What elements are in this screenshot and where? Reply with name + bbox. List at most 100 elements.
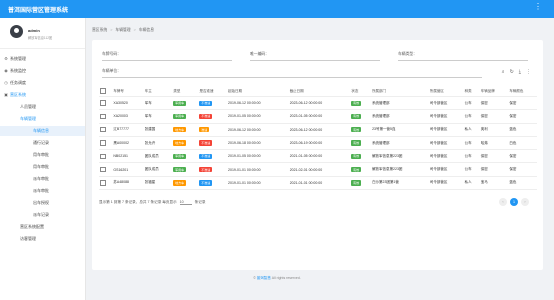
table-cell: 2019-01-05 00:00:00 <box>227 109 289 124</box>
table-cell: 公车 <box>463 109 480 124</box>
table-row[interactable]: GS16201 团队成员 军用车 不准速 2019-01-01 00:00:00 2021… <box>99 162 537 177</box>
speed-cell: 不准速 <box>198 136 228 151</box>
col-header[interactable]: 状态 <box>350 86 372 97</box>
sidebar-item-schedule[interactable]: ◷ 任务调度 <box>4 80 26 86</box>
table-cell: 哈弗 <box>479 136 509 151</box>
breadcrumb: 营区系统 > 车辆管理 > 车辆信息 <box>92 28 154 32</box>
org-input[interactable] <box>102 77 482 78</box>
download-icon[interactable]: ⤓ <box>519 69 521 75</box>
sidebar-item-monitor[interactable]: ◉ 系统监控 <box>4 68 26 74</box>
org-label: 车辆单位： <box>102 69 121 73</box>
table-cell: 2021-01-05 00:00:00 <box>288 149 351 164</box>
speed-cell: 不准速 <box>198 96 228 111</box>
table-row[interactable]: 黑A00002 张允许 地方车 不准速 2019-06-18 00:00:00 2023-… <box>99 136 537 151</box>
table-cell: 23号第一营5连 <box>371 123 429 137</box>
col-header[interactable]: 类型 <box>172 86 199 97</box>
unit-input[interactable] <box>250 60 380 61</box>
search-icon[interactable]: ⌕ <box>502 69 505 75</box>
more-menu-icon[interactable]: ⋮ <box>534 3 542 11</box>
breadcrumb-item[interactable]: 营区系统 <box>92 28 107 32</box>
col-header[interactable]: 车牌号 <box>112 86 144 97</box>
status-cell: 有效 <box>350 162 372 177</box>
col-header[interactable]: 所属部门 <box>371 86 429 97</box>
table-row[interactable]: NB02151 团队成员 军用车 不准速 2019-01-05 00:00:00 2021… <box>99 149 537 164</box>
avatar[interactable] <box>10 25 23 38</box>
sidebar-item-system[interactable]: ⚙ 系统管理 <box>4 56 26 62</box>
sidebar-item-dispatch-records[interactable]: 派车记录 <box>33 212 49 218</box>
sidebar-item-use-approval-1[interactable]: 用车审批 <box>33 152 49 158</box>
type-select[interactable] <box>398 60 528 61</box>
table-cell: 2019-01-05 00:00:00 <box>227 149 289 164</box>
sidebar-item-personnel[interactable]: 人员管理 <box>20 104 36 110</box>
table-cell: 2023-06-12 00:00:00 <box>288 123 351 137</box>
col-header[interactable]: 车辆颜色 <box>508 86 537 97</box>
brand-link[interactable]: 普洱智慧 <box>257 276 271 280</box>
sidebar: admin 解放军信息112团 ⚙ 系统管理 ◉ 系统监控 ◷ 任务调度 ▣ 营区系统 … <box>0 18 86 300</box>
status-cell: 有效 <box>350 109 372 124</box>
table-row[interactable]: 辽B77777 张建国 地方车 准速 2019-06-12 00:00:00 2023-0… <box>99 123 537 137</box>
refresh-icon[interactable]: ↻ <box>510 69 514 75</box>
sidebar-item-pass-records[interactable]: 通行记录 <box>33 140 49 146</box>
table-cell: 2023-06-12 00:00:00 <box>288 96 351 111</box>
col-header[interactable]: 起始日期 <box>227 86 289 97</box>
col-header[interactable]: 种类 <box>463 86 480 97</box>
table-cell: 公车 <box>463 96 480 111</box>
table-cell: 2019-01-01 00:00:00 <box>227 176 289 191</box>
col-header[interactable]: 截止日期 <box>288 86 351 97</box>
main-card: 车牌号码： 唯一编码： 车辆类型： 车辆单位： ⌕ ↻ ⤓ ⋮ 车牌号 车主 类型 是… <box>92 40 543 270</box>
sidebar-item-dispatch-approval-1[interactable]: 派车审批 <box>33 176 49 182</box>
next-page-button[interactable]: › <box>521 198 529 206</box>
table-cell: 公车 <box>463 136 480 151</box>
plate-input[interactable] <box>102 60 232 61</box>
sidebar-item-dispatch-approval-2[interactable]: 派车审批 <box>33 188 49 194</box>
table-header-row: 车牌号 车主 类型 是否准速 起始日期 截止日期 状态 所属部门 所属营区 种类… <box>99 86 537 97</box>
type-cell: 军用车 <box>172 149 199 164</box>
row-checkbox[interactable] <box>99 109 113 124</box>
table-cell: 2023-01-05 00:00:00 <box>288 109 351 124</box>
sidebar-item-camp[interactable]: ▣ 营区系统 <box>4 92 26 98</box>
row-checkbox[interactable] <box>99 136 113 151</box>
table-row[interactable]: XA20003 军车 军用车 不准速 2019-01-05 00:00:00 2023-0… <box>99 109 537 124</box>
row-checkbox[interactable] <box>99 149 113 164</box>
col-header[interactable]: 车辆品牌 <box>479 86 509 97</box>
sidebar-item-visitors[interactable]: 访客管理 <box>20 236 36 242</box>
row-checkbox[interactable] <box>99 176 113 191</box>
table-cell: 军车 <box>143 109 173 124</box>
user-panel: admin 解放军信息112团 <box>0 18 85 49</box>
row-checkbox[interactable] <box>99 162 113 177</box>
table-cell: 军车 <box>143 96 173 111</box>
table-cell: 宝马 <box>479 176 509 191</box>
col-header[interactable]: 所属营区 <box>428 86 464 97</box>
table-cell: 系统管理部 <box>371 136 429 151</box>
table-cell: 2021-01-01 00:00:00 <box>288 176 351 191</box>
sidebar-item-vehicle-info[interactable]: 车辆信息 <box>0 126 85 136</box>
prev-page-button[interactable]: ‹ <box>499 198 507 206</box>
more-icon[interactable]: ⋮ <box>526 69 531 75</box>
table-cell: 2023-06-19 00:00:00 <box>288 136 351 151</box>
sidebar-item-use-approval-2[interactable]: 用车审批 <box>33 164 49 170</box>
row-checkbox[interactable] <box>99 123 113 137</box>
table-row[interactable]: XA30520 军车 军用车 不准速 2019-06-12 00:00:00 2023-0… <box>99 96 537 111</box>
type-label: 车辆类型： <box>398 52 417 56</box>
sidebar-item-vehicles[interactable]: 车辆管理 <box>20 116 36 122</box>
sidebar-item-camp-config[interactable]: 营区系统配置 <box>20 224 44 230</box>
sidebar-item-exit-auth[interactable]: 出车授权 <box>33 200 49 206</box>
table-cell: 张允许 <box>143 136 173 151</box>
col-header[interactable]: 是否准速 <box>198 86 228 97</box>
page-button[interactable]: 1 <box>510 198 518 206</box>
col-header[interactable]: 车主 <box>143 86 173 97</box>
breadcrumb-item: 车辆信息 <box>138 28 154 32</box>
row-checkbox[interactable] <box>99 96 113 111</box>
table-cell: 黑A00002 <box>112 136 144 151</box>
per-page-select[interactable]: 10 <box>179 200 192 205</box>
table-cell: 保密 <box>508 162 537 177</box>
select-all-checkbox[interactable] <box>99 86 113 97</box>
table-row[interactable]: 苏A48088 张福星 地方车 不准速 2019-01-01 00:00:00 2021-… <box>99 176 537 191</box>
table-cell: 公车 <box>463 162 480 177</box>
type-cell: 军用车 <box>172 96 199 111</box>
table-cell: 2019-06-12 00:00:00 <box>227 96 289 111</box>
type-cell: 地方车 <box>172 136 199 151</box>
breadcrumb-item[interactable]: 车辆管理 <box>115 28 130 32</box>
toolbar: ⌕ ↻ ⤓ ⋮ <box>497 69 531 75</box>
status-badge: 地方车 <box>173 180 186 186</box>
